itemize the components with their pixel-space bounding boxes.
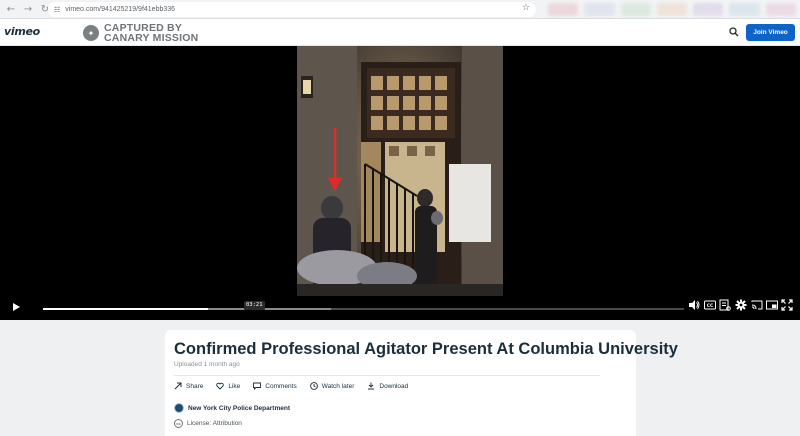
license-text: License: Attribution [187,420,242,427]
watch-later-button[interactable]: Watch later [309,382,355,390]
video-info-card: Confirmed Professional Agitator Present … [165,330,678,436]
address-bar[interactable]: ☷ vimeo.com/941425219/9f41ebb336 ☆ [48,2,536,17]
cc-icon[interactable]: CC [704,299,716,311]
volume-icon[interactable] [688,299,700,311]
watch-later-label: Watch later [321,382,355,390]
heart-icon [216,382,225,390]
bookmark-star-icon[interactable]: ☆ [522,3,530,13]
video-still [297,46,503,296]
progress-track[interactable]: 03:21 [43,301,684,310]
watermark-text: CAPTURED BY CANARY MISSION [104,23,199,44]
transcript-icon[interactable] [719,299,731,311]
download-button[interactable]: Download [367,382,408,390]
divider [174,375,600,376]
pip-icon[interactable] [766,299,778,311]
comments-label: Comments [265,382,297,390]
vimeo-logo[interactable]: vimeo [4,25,40,38]
download-label: Download [379,382,409,390]
seal-icon: ✦ [83,25,99,41]
video-frame [297,46,503,296]
owner-row[interactable]: New York City Police Department [174,403,290,413]
site-header: vimeo ✦ CAPTURED BY CANARY MISSION [0,19,800,46]
creative-commons-icon: cc [174,419,183,428]
clock-icon [309,382,318,390]
browser-toolbar: ← → ↻ ☷ vimeo.com/941425219/9f41ebb336 ☆ [0,0,800,19]
blurred-extensions-strip [548,3,796,16]
player-controls: 03:21 CC [0,298,800,320]
download-icon [368,382,375,390]
like-label: Like [228,382,241,390]
comment-icon [253,382,262,390]
avatar[interactable] [174,403,184,413]
video-player[interactable]: 03:21 CC [0,46,800,320]
owner-name[interactable]: New York City Police Department [188,405,290,412]
fullscreen-icon[interactable] [781,299,793,311]
url-text: vimeo.com/941425219/9f41ebb336 [65,6,176,13]
play-icon[interactable] [13,303,20,311]
share-button[interactable]: Share [174,382,203,390]
site-info-icon[interactable]: ☷ [54,6,60,14]
back-icon[interactable]: ← [4,2,18,16]
comments-button[interactable]: Comments [253,382,297,390]
like-button[interactable]: Like [216,382,240,390]
svg-text:CC: CC [707,303,714,309]
cast-icon[interactable] [751,299,763,311]
action-bar: Share Like Comments Watch later Download [174,380,421,392]
watermark-line2: CANARY MISSION [104,32,199,44]
video-title: Confirmed Professional Agitator Present … [174,340,678,358]
upload-date: Uploaded 1 month ago [174,361,240,368]
join-vimeo-button[interactable]: Join Vimeo [746,24,795,41]
canary-mission-watermark: ✦ CAPTURED BY CANARY MISSION [83,23,198,43]
search-icon[interactable] [729,27,739,37]
forward-icon[interactable]: → [21,2,35,16]
time-tooltip: 03:21 [244,301,265,310]
settings-icon[interactable] [735,299,747,311]
share-icon [174,382,182,390]
license-row: cc License: Attribution [174,419,242,428]
share-label: Share [186,382,204,390]
progress-bar [43,308,208,310]
